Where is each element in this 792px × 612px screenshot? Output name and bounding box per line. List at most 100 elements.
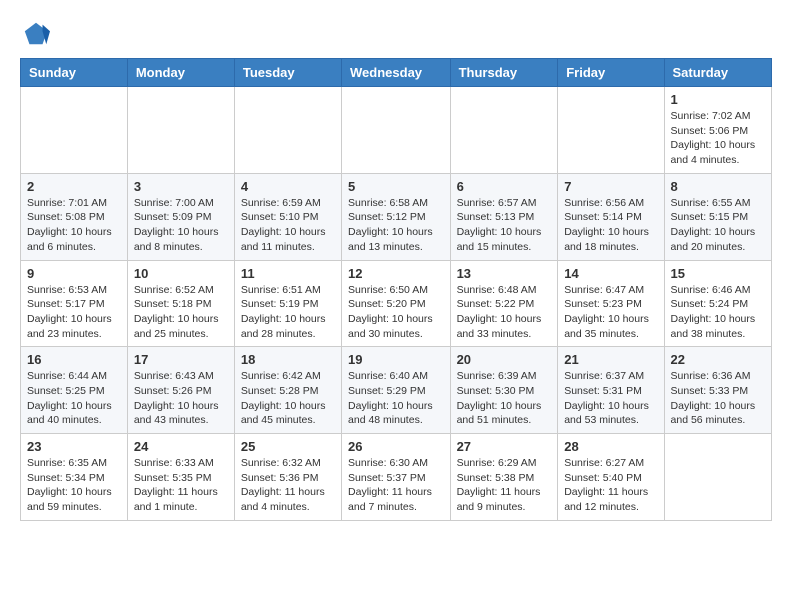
col-header-friday: Friday [558,59,664,87]
page-header [20,20,772,48]
day-number: 19 [348,352,444,367]
week-row-3: 9 Sunrise: 6:53 AM Sunset: 5:17 PM Daylig… [21,260,772,347]
empty-cell [127,87,234,174]
day-info: Sunrise: 6:59 AM Sunset: 5:10 PM Dayligh… [241,196,335,255]
day-number: 1 [671,92,765,107]
day-cell-7: 7 Sunrise: 6:56 AM Sunset: 5:14 PM Daylig… [558,173,664,260]
day-number: 2 [27,179,121,194]
logo-icon [22,20,50,48]
day-cell-19: 19 Sunrise: 6:40 AM Sunset: 5:29 PM Dayli… [342,347,451,434]
day-cell-15: 15 Sunrise: 6:46 AM Sunset: 5:24 PM Dayli… [664,260,771,347]
day-info: Sunrise: 6:58 AM Sunset: 5:12 PM Dayligh… [348,196,444,255]
day-cell-26: 26 Sunrise: 6:30 AM Sunset: 5:37 PM Dayli… [342,434,451,521]
empty-cell [558,87,664,174]
day-info: Sunrise: 6:56 AM Sunset: 5:14 PM Dayligh… [564,196,657,255]
day-info: Sunrise: 6:27 AM Sunset: 5:40 PM Dayligh… [564,456,657,515]
day-cell-4: 4 Sunrise: 6:59 AM Sunset: 5:10 PM Daylig… [234,173,341,260]
day-info: Sunrise: 6:37 AM Sunset: 5:31 PM Dayligh… [564,369,657,428]
day-cell-17: 17 Sunrise: 6:43 AM Sunset: 5:26 PM Dayli… [127,347,234,434]
day-number: 24 [134,439,228,454]
day-number: 11 [241,266,335,281]
col-header-tuesday: Tuesday [234,59,341,87]
calendar: SundayMondayTuesdayWednesdayThursdayFrid… [20,58,772,521]
day-cell-1: 1 Sunrise: 7:02 AM Sunset: 5:06 PM Daylig… [664,87,771,174]
day-info: Sunrise: 6:35 AM Sunset: 5:34 PM Dayligh… [27,456,121,515]
day-cell-13: 13 Sunrise: 6:48 AM Sunset: 5:22 PM Dayli… [450,260,558,347]
day-info: Sunrise: 6:42 AM Sunset: 5:28 PM Dayligh… [241,369,335,428]
day-number: 25 [241,439,335,454]
day-number: 5 [348,179,444,194]
col-header-wednesday: Wednesday [342,59,451,87]
logo [20,20,50,48]
day-info: Sunrise: 6:57 AM Sunset: 5:13 PM Dayligh… [457,196,552,255]
day-cell-22: 22Sunrise: 6:36 AM Sunset: 5:33 PM Dayli… [664,347,771,434]
week-row-4: 16 Sunrise: 6:44 AM Sunset: 5:25 PM Dayli… [21,347,772,434]
day-cell-11: 11 Sunrise: 6:51 AM Sunset: 5:19 PM Dayli… [234,260,341,347]
day-number: 7 [564,179,657,194]
day-info: Sunrise: 7:01 AM Sunset: 5:08 PM Dayligh… [27,196,121,255]
day-info: Sunrise: 6:32 AM Sunset: 5:36 PM Dayligh… [241,456,335,515]
empty-cell [664,434,771,521]
day-info: Sunrise: 6:52 AM Sunset: 5:18 PM Dayligh… [134,283,228,342]
day-number: 17 [134,352,228,367]
day-number: 10 [134,266,228,281]
week-row-5: 23 Sunrise: 6:35 AM Sunset: 5:34 PM Dayli… [21,434,772,521]
empty-cell [21,87,128,174]
day-info: Sunrise: 6:40 AM Sunset: 5:29 PM Dayligh… [348,369,444,428]
empty-cell [234,87,341,174]
day-cell-16: 16 Sunrise: 6:44 AM Sunset: 5:25 PM Dayli… [21,347,128,434]
day-info: Sunrise: 6:30 AM Sunset: 5:37 PM Dayligh… [348,456,444,515]
day-cell-24: 24 Sunrise: 6:33 AM Sunset: 5:35 PM Dayli… [127,434,234,521]
col-header-monday: Monday [127,59,234,87]
day-cell-8: 8 Sunrise: 6:55 AM Sunset: 5:15 PM Daylig… [664,173,771,260]
day-info: Sunrise: 6:46 AM Sunset: 5:24 PM Dayligh… [671,283,765,342]
day-number: 18 [241,352,335,367]
day-info: Sunrise: 6:33 AM Sunset: 5:35 PM Dayligh… [134,456,228,515]
day-number: 9 [27,266,121,281]
day-number: 6 [457,179,552,194]
day-cell-23: 23 Sunrise: 6:35 AM Sunset: 5:34 PM Dayli… [21,434,128,521]
day-cell-18: 18 Sunrise: 6:42 AM Sunset: 5:28 PM Dayli… [234,347,341,434]
day-cell-28: 28 Sunrise: 6:27 AM Sunset: 5:40 PM Dayli… [558,434,664,521]
day-number: 8 [671,179,765,194]
calendar-header: SundayMondayTuesdayWednesdayThursdayFrid… [21,59,772,87]
day-info: Sunrise: 6:55 AM Sunset: 5:15 PM Dayligh… [671,196,765,255]
day-info: Sunrise: 6:43 AM Sunset: 5:26 PM Dayligh… [134,369,228,428]
day-info: Sunrise: 6:29 AM Sunset: 5:38 PM Dayligh… [457,456,552,515]
day-cell-9: 9 Sunrise: 6:53 AM Sunset: 5:17 PM Daylig… [21,260,128,347]
col-header-sunday: Sunday [21,59,128,87]
day-number: 14 [564,266,657,281]
day-number: 28 [564,439,657,454]
col-header-thursday: Thursday [450,59,558,87]
day-cell-12: 12 Sunrise: 6:50 AM Sunset: 5:20 PM Dayli… [342,260,451,347]
day-number: 20 [457,352,552,367]
day-info: Sunrise: 6:48 AM Sunset: 5:22 PM Dayligh… [457,283,552,342]
day-info: Sunrise: 6:44 AM Sunset: 5:25 PM Dayligh… [27,369,121,428]
day-cell-21: 21 Sunrise: 6:37 AM Sunset: 5:31 PM Dayli… [558,347,664,434]
day-number: 4 [241,179,335,194]
day-cell-14: 14 Sunrise: 6:47 AM Sunset: 5:23 PM Dayli… [558,260,664,347]
day-info: Sunrise: 6:51 AM Sunset: 5:19 PM Dayligh… [241,283,335,342]
day-number: 12 [348,266,444,281]
day-number: 26 [348,439,444,454]
day-info: Sunrise: 6:36 AM Sunset: 5:33 PM Dayligh… [671,369,765,428]
day-info: Sunrise: 6:53 AM Sunset: 5:17 PM Dayligh… [27,283,121,342]
day-info: Sunrise: 6:39 AM Sunset: 5:30 PM Dayligh… [457,369,552,428]
day-info: Sunrise: 6:47 AM Sunset: 5:23 PM Dayligh… [564,283,657,342]
day-number: 3 [134,179,228,194]
day-number: 15 [671,266,765,281]
day-cell-3: 3Sunrise: 7:00 AM Sunset: 5:09 PM Daylig… [127,173,234,260]
day-number: 27 [457,439,552,454]
day-number: 13 [457,266,552,281]
empty-cell [342,87,451,174]
day-cell-5: 5 Sunrise: 6:58 AM Sunset: 5:12 PM Daylig… [342,173,451,260]
empty-cell [450,87,558,174]
day-info: Sunrise: 6:50 AM Sunset: 5:20 PM Dayligh… [348,283,444,342]
day-number: 16 [27,352,121,367]
day-cell-6: 6 Sunrise: 6:57 AM Sunset: 5:13 PM Daylig… [450,173,558,260]
week-row-1: 1 Sunrise: 7:02 AM Sunset: 5:06 PM Daylig… [21,87,772,174]
day-number: 23 [27,439,121,454]
day-cell-20: 20 Sunrise: 6:39 AM Sunset: 5:30 PM Dayli… [450,347,558,434]
day-number: 21 [564,352,657,367]
day-info: Sunrise: 7:02 AM Sunset: 5:06 PM Dayligh… [671,109,765,168]
